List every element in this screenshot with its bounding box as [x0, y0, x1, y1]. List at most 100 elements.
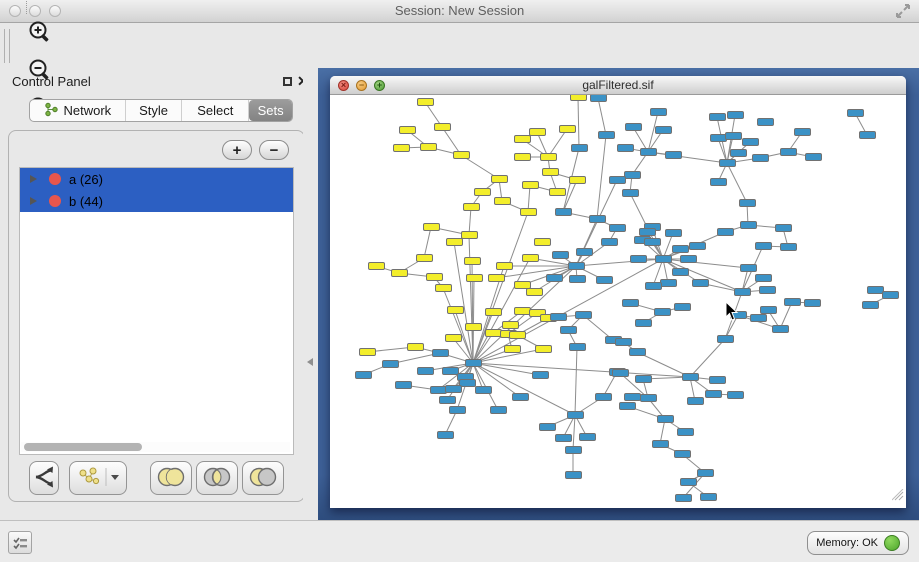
graph-node[interactable]: [859, 131, 876, 139]
graph-node[interactable]: [640, 394, 657, 402]
graph-node[interactable]: [449, 406, 466, 414]
graph-node[interactable]: [665, 151, 682, 159]
horizontal-scrollbar[interactable]: [21, 442, 290, 452]
graph-node[interactable]: [654, 308, 671, 316]
graph-node[interactable]: [609, 176, 626, 184]
graph-node[interactable]: [569, 343, 586, 351]
graph-node[interactable]: [420, 143, 437, 151]
graph-node[interactable]: [416, 254, 433, 262]
graph-node[interactable]: [725, 132, 742, 140]
graph-node[interactable]: [474, 188, 491, 196]
create-set-button[interactable]: [69, 461, 127, 495]
graph-node[interactable]: [709, 376, 726, 384]
graph-node[interactable]: [442, 367, 459, 375]
graph-node[interactable]: [407, 343, 424, 351]
graph-node[interactable]: [625, 123, 642, 131]
graph-node[interactable]: [514, 135, 531, 143]
graph-node[interactable]: [689, 242, 706, 250]
graph-node[interactable]: [772, 325, 789, 333]
graph-node[interactable]: [540, 153, 557, 161]
expander-triangle-icon[interactable]: [30, 197, 37, 205]
graph-node[interactable]: [491, 175, 508, 183]
graph-node[interactable]: [619, 402, 636, 410]
graph-node[interactable]: [882, 291, 899, 299]
graph-node[interactable]: [552, 251, 569, 259]
graph-node[interactable]: [760, 306, 777, 314]
graph-node[interactable]: [560, 326, 577, 334]
graph-node[interactable]: [579, 433, 596, 441]
collapse-panel-icon[interactable]: [307, 358, 313, 366]
graph-node[interactable]: [794, 128, 811, 136]
graph-node[interactable]: [550, 313, 567, 321]
graph-node[interactable]: [447, 306, 464, 314]
graph-node[interactable]: [565, 471, 582, 479]
graph-node[interactable]: [635, 319, 652, 327]
graph-node[interactable]: [589, 215, 606, 223]
graph-node[interactable]: [615, 338, 632, 346]
graph-node[interactable]: [655, 126, 672, 134]
scrollbar-thumb[interactable]: [24, 443, 142, 451]
task-monitor-button[interactable]: [8, 531, 32, 554]
graph-node[interactable]: [705, 390, 722, 398]
graph-node[interactable]: [730, 149, 747, 157]
float-panel-icon[interactable]: [283, 77, 292, 86]
graph-node[interactable]: [475, 386, 492, 394]
memory-status-button[interactable]: Memory: OK: [807, 531, 909, 555]
graph-node[interactable]: [520, 208, 537, 216]
graph-node[interactable]: [645, 282, 662, 290]
graph-node[interactable]: [682, 373, 699, 381]
graph-node[interactable]: [417, 98, 434, 106]
graph-node[interactable]: [463, 203, 480, 211]
graph-node[interactable]: [630, 255, 647, 263]
graph-node[interactable]: [488, 274, 505, 282]
network-view-titlebar[interactable]: × − + galFiltered.sif: [330, 76, 906, 95]
graph-node[interactable]: [496, 262, 513, 270]
graph-node[interactable]: [529, 128, 546, 136]
graph-node[interactable]: [739, 199, 756, 207]
fullscreen-icon[interactable]: [895, 4, 911, 23]
union-button[interactable]: [150, 461, 192, 495]
graph-node[interactable]: [598, 131, 615, 139]
graph-node[interactable]: [784, 298, 801, 306]
set-row[interactable]: b (44): [20, 190, 293, 212]
graph-node[interactable]: [717, 228, 734, 236]
graph-node[interactable]: [652, 440, 669, 448]
graph-node[interactable]: [780, 148, 797, 156]
graph-node[interactable]: [674, 450, 691, 458]
graph-node[interactable]: [490, 406, 507, 414]
graph-node[interactable]: [395, 381, 412, 389]
graph-node[interactable]: [439, 396, 456, 404]
graph-node[interactable]: [674, 303, 691, 311]
graph-node[interactable]: [514, 153, 531, 161]
graph-node[interactable]: [535, 345, 552, 353]
graph-node[interactable]: [692, 279, 709, 287]
graph-node[interactable]: [759, 286, 776, 294]
panel-splitter[interactable]: [303, 68, 318, 520]
graph-node[interactable]: [697, 469, 714, 477]
tab-network[interactable]: Network: [30, 100, 126, 121]
graph-node[interactable]: [575, 311, 592, 319]
graph-node[interactable]: [675, 494, 692, 502]
graph-node[interactable]: [609, 224, 626, 232]
graph-node[interactable]: [590, 95, 607, 102]
graph-node[interactable]: [775, 224, 792, 232]
graph-node[interactable]: [750, 314, 767, 322]
graph-node[interactable]: [680, 255, 697, 263]
graph-node[interactable]: [734, 288, 751, 296]
graph-node[interactable]: [465, 359, 482, 367]
graph-node[interactable]: [430, 386, 447, 394]
graph-node[interactable]: [485, 329, 502, 337]
graph-node[interactable]: [445, 334, 462, 342]
graph-node[interactable]: [359, 348, 376, 356]
graph-node[interactable]: [622, 299, 639, 307]
graph-node[interactable]: [867, 286, 884, 294]
graph-node[interactable]: [570, 95, 587, 101]
graph-node[interactable]: [677, 428, 694, 436]
graph-node[interactable]: [700, 493, 717, 501]
graph-node[interactable]: [466, 274, 483, 282]
add-set-button[interactable]: +: [222, 140, 252, 160]
graph-node[interactable]: [539, 423, 556, 431]
graph-node[interactable]: [534, 238, 551, 246]
zoom-in-button[interactable]: [23, 15, 57, 53]
graph-node[interactable]: [391, 269, 408, 277]
